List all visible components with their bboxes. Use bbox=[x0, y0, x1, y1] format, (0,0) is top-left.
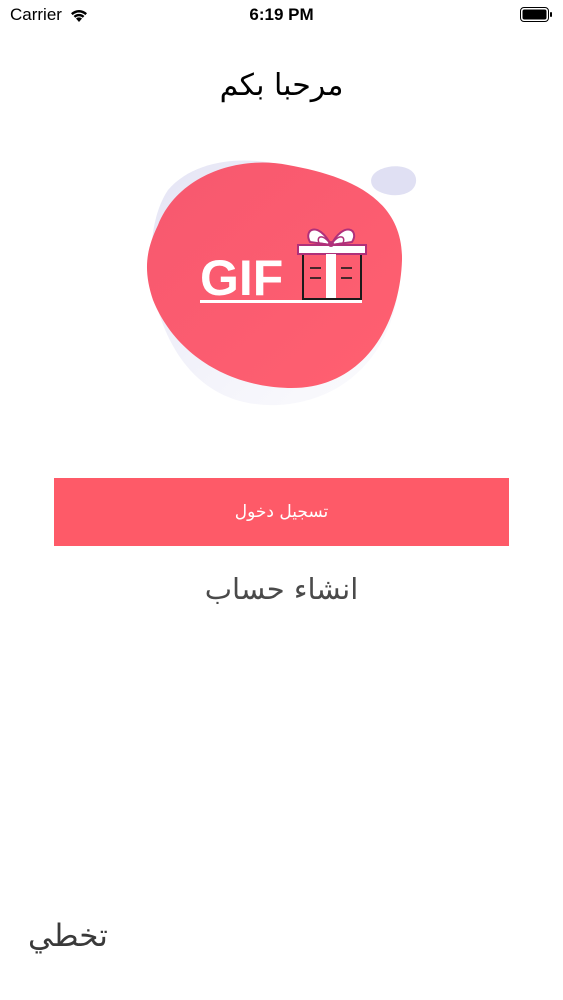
logo-text: GIF bbox=[200, 250, 283, 306]
status-time: 6:19 PM bbox=[249, 5, 314, 24]
battery-icon bbox=[520, 7, 552, 22]
status-bar: Carrier 6:19 PM bbox=[0, 0, 563, 32]
welcome-screen: Carrier 6:19 PM مرحبا بكم GIF تسجيل دخول… bbox=[0, 0, 563, 1000]
gif-logo: GIF bbox=[146, 160, 417, 406]
create-account-link[interactable]: انشاء حساب bbox=[0, 572, 563, 606]
login-button[interactable]: تسجيل دخول bbox=[54, 478, 509, 546]
skip-button[interactable]: تخطي bbox=[28, 918, 108, 954]
page-title: مرحبا بكم bbox=[219, 68, 344, 103]
